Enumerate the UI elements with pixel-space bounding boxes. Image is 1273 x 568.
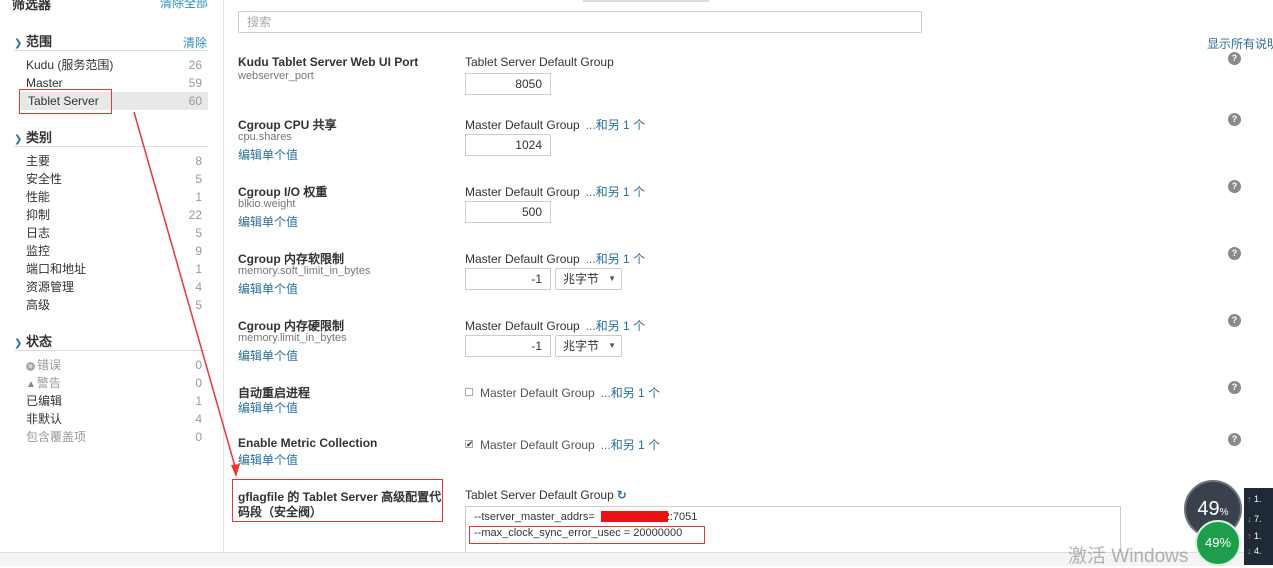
cpu-gauge-small[interactable]: 49%	[1195, 520, 1241, 566]
revert-icon[interactable]: ↻	[617, 488, 627, 502]
redaction-mark	[601, 511, 668, 522]
help-icon[interactable]: ?	[1228, 52, 1241, 65]
auto-restart-checkbox[interactable]	[465, 388, 473, 396]
caret-down-icon: ▼	[608, 274, 616, 283]
property-title: Kudu Tablet Server Web UI Port	[238, 55, 419, 69]
soft-limit-input[interactable]: -1	[465, 268, 551, 290]
annotation-arrow-icon	[133, 111, 240, 477]
metric-collection-checkbox[interactable]: ✔	[465, 440, 474, 449]
property-group: Master Default Group ...和另 1 个	[465, 185, 646, 199]
caret-down-icon: ▼	[608, 341, 616, 350]
top-tab-indicator	[583, 0, 709, 2]
upload-row: ↑ 1.	[1247, 531, 1262, 541]
arrow-down-icon: ↓	[1247, 514, 1252, 524]
and-more-link[interactable]: ...和另 1 个	[601, 386, 660, 400]
edit-single-value-link[interactable]: 编辑单个值	[238, 399, 298, 416]
help-icon[interactable]: ?	[1228, 113, 1241, 126]
property-group: Master Default Group ...和另 1 个	[480, 386, 661, 400]
property-key: memory.limit_in_bytes	[238, 332, 347, 344]
property-key: blkio.weight	[238, 198, 296, 210]
download-row: ↓ 4.	[1247, 546, 1262, 556]
help-icon[interactable]: ?	[1228, 247, 1241, 260]
hard-limit-input[interactable]: -1	[465, 335, 551, 357]
property-group: Master Default Group ...和另 1 个	[465, 252, 646, 266]
property-group: Master Default Group ...和另 1 个	[465, 319, 646, 333]
and-more-link[interactable]: ...和另 1 个	[586, 118, 645, 132]
help-icon[interactable]: ?	[1228, 433, 1241, 446]
arrow-up-icon: ↑	[1247, 494, 1252, 504]
unit-select[interactable]: 兆字节 ▼	[555, 268, 622, 290]
edit-single-value-link[interactable]: 编辑单个值	[238, 146, 298, 163]
property-group: Tablet Server Default Group	[465, 55, 614, 69]
arrow-down-icon: ↓	[1247, 546, 1252, 556]
blkio-weight-input[interactable]: 500	[465, 201, 551, 223]
network-speed-panel: ↑ 1. ↓ 7. ↑ 1. ↓ 4.	[1244, 488, 1273, 565]
upload-row: ↑ 1.	[1247, 494, 1262, 504]
edit-single-value-link[interactable]: 编辑单个值	[238, 347, 298, 364]
edit-single-value-link[interactable]: 编辑单个值	[238, 451, 298, 468]
arrow-up-icon: ↑	[1247, 531, 1252, 541]
search-input[interactable]	[238, 11, 922, 33]
download-row: ↓ 7.	[1247, 514, 1262, 524]
property-title: Enable Metric Collection	[238, 436, 378, 450]
property-key: cpu.shares	[238, 131, 292, 143]
property-title-line2: 码段（安全阀）	[238, 505, 323, 519]
and-more-link[interactable]: ...和另 1 个	[586, 185, 645, 199]
and-more-link[interactable]: ...和另 1 个	[586, 319, 645, 333]
edit-single-value-link[interactable]: 编辑单个值	[238, 213, 298, 230]
and-more-link[interactable]: ...和另 1 个	[586, 252, 645, 266]
unit-select[interactable]: 兆字节 ▼	[555, 335, 622, 357]
help-icon[interactable]: ?	[1228, 381, 1241, 394]
property-group: Master Default Group ...和另 1 个	[465, 118, 646, 132]
help-icon[interactable]: ?	[1228, 314, 1241, 327]
webserver-port-input[interactable]: 8050	[465, 73, 551, 95]
activation-watermark: 激活 Windows	[1068, 546, 1189, 567]
edit-single-value-link[interactable]: 编辑单个值	[238, 280, 298, 297]
property-group: Tablet Server Default Group ↻	[465, 488, 627, 502]
property-group: Master Default Group ...和另 1 个	[480, 438, 661, 452]
property-key: webserver_port	[238, 70, 314, 82]
config-line-2: --max_clock_sync_error_usec = 20000000	[474, 527, 683, 539]
help-icon[interactable]: ?	[1228, 180, 1241, 193]
cpu-shares-input[interactable]: 1024	[465, 134, 551, 156]
show-all-descriptions-link[interactable]: 显示所有说明	[1207, 35, 1273, 52]
and-more-link[interactable]: ...和另 1 个	[601, 438, 660, 452]
property-key: memory.soft_limit_in_bytes	[238, 265, 371, 277]
